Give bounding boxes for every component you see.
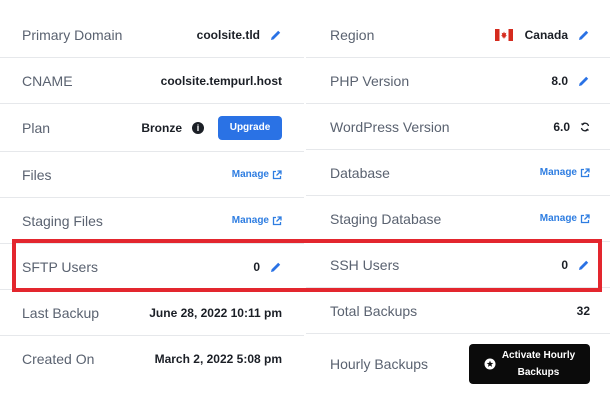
last-backup-value: June 28, 2022 10:11 pm [149, 305, 282, 320]
plan-info-icon[interactable]: i [192, 121, 204, 134]
staging-files-manage-text: Manage [231, 215, 269, 226]
ssh-users-value-group: 0 [561, 258, 590, 272]
staging-database-row: Staging Database Manage [306, 196, 610, 242]
created-on-value: March 2, 2022 5:08 pm [154, 352, 282, 366]
wordpress-version-value: 6.0 [553, 119, 570, 134]
activate-hourly-backups-text: Activate Hourly Backups [502, 347, 575, 381]
last-backup-row: Last Backup June 28, 2022 10:11 pm [0, 290, 304, 336]
primary-domain-label: Primary Domain [22, 26, 123, 43]
upgrade-button[interactable]: Upgrade [218, 115, 282, 140]
cname-value: coolsite.tempurl.host [160, 73, 282, 88]
region-label: Region [330, 26, 375, 43]
wordpress-version-label: WordPress Version [330, 118, 450, 135]
created-on-row: Created On March 2, 2022 5:08 pm [0, 336, 304, 382]
activate-hourly-backups-button[interactable]: Activate Hourly Backups [469, 344, 590, 384]
hourly-backups-label: Hourly Backups [330, 356, 429, 372]
ssh-users-label: SSH Users [330, 256, 400, 273]
primary-domain-value-group: coolsite.tld [197, 28, 282, 42]
staging-database-label: Staging Database [330, 210, 442, 227]
edit-region-pencil-icon[interactable] [578, 29, 590, 41]
region-value: Canada [524, 27, 568, 42]
php-version-value-group: 8.0 [551, 74, 590, 88]
canada-flag-icon [494, 28, 513, 41]
external-link-icon [580, 167, 590, 178]
star-badge-icon [484, 358, 496, 370]
total-backups-value: 32 [576, 303, 590, 318]
edit-php-version-pencil-icon[interactable] [578, 75, 590, 87]
total-backups-row: Total Backups 32 [306, 288, 610, 334]
wordpress-version-value-group: 6.0 [553, 120, 590, 134]
right-details-column: Region Canada PHP Version 8.0 WordPress … [306, 12, 610, 394]
created-on-label: Created On [22, 351, 95, 367]
sftp-users-value-group: 0 [253, 260, 282, 274]
staging-files-row: Staging Files Manage [0, 198, 304, 244]
staging-database-manage-link[interactable]: Manage [540, 213, 590, 224]
cname-row: CNAME coolsite.tempurl.host [0, 58, 304, 104]
database-row: Database Manage [306, 150, 610, 196]
database-manage-text: Manage [539, 167, 577, 178]
cname-label: CNAME [22, 72, 73, 89]
sftp-users-value: 0 [253, 259, 260, 274]
edit-primary-domain-pencil-icon[interactable] [270, 29, 282, 41]
last-backup-label: Last Backup [22, 304, 100, 321]
plan-label: Plan [22, 119, 51, 136]
plan-row: Plan Bronze i Upgrade [0, 104, 304, 152]
staging-database-manage-text: Manage [539, 213, 577, 224]
activate-line-2: Backups [517, 367, 560, 378]
sftp-users-label: SFTP Users [22, 258, 98, 275]
external-link-icon [580, 213, 590, 224]
edit-ssh-users-pencil-icon[interactable] [578, 259, 590, 271]
refresh-icon[interactable] [580, 122, 590, 132]
plan-value: Bronze [141, 120, 182, 135]
plan-value-group: Bronze i Upgrade [141, 115, 282, 140]
primary-domain-row: Primary Domain coolsite.tld [0, 12, 304, 58]
staging-files-manage-link[interactable]: Manage [232, 215, 282, 226]
activate-line-1: Activate Hourly [501, 350, 576, 361]
staging-files-label: Staging Files [22, 212, 103, 229]
edit-sftp-users-pencil-icon[interactable] [270, 261, 282, 273]
region-row: Region Canada [306, 12, 610, 58]
ssh-users-value: 0 [561, 257, 568, 272]
files-label: Files [22, 166, 52, 183]
php-version-row: PHP Version 8.0 [306, 58, 610, 104]
external-link-icon [272, 169, 282, 180]
php-version-label: PHP Version [330, 72, 410, 89]
database-label: Database [330, 164, 390, 181]
wordpress-version-row: WordPress Version 6.0 [306, 104, 610, 150]
files-manage-link[interactable]: Manage [232, 169, 282, 180]
files-row: Files Manage [0, 152, 304, 198]
files-manage-text: Manage [231, 169, 269, 180]
external-link-icon [272, 215, 282, 226]
primary-domain-value: coolsite.tld [196, 27, 260, 42]
left-details-column: Primary Domain coolsite.tld CNAME coolsi… [0, 12, 304, 382]
hourly-backups-row: Hourly Backups Activate Hourly Backups [306, 334, 610, 394]
database-manage-link[interactable]: Manage [540, 167, 590, 178]
region-value-group: Canada [494, 27, 590, 42]
ssh-users-row: SSH Users 0 [306, 242, 610, 288]
total-backups-label: Total Backups [330, 302, 418, 319]
sftp-users-row: SFTP Users 0 [0, 244, 304, 290]
php-version-value: 8.0 [551, 73, 568, 88]
